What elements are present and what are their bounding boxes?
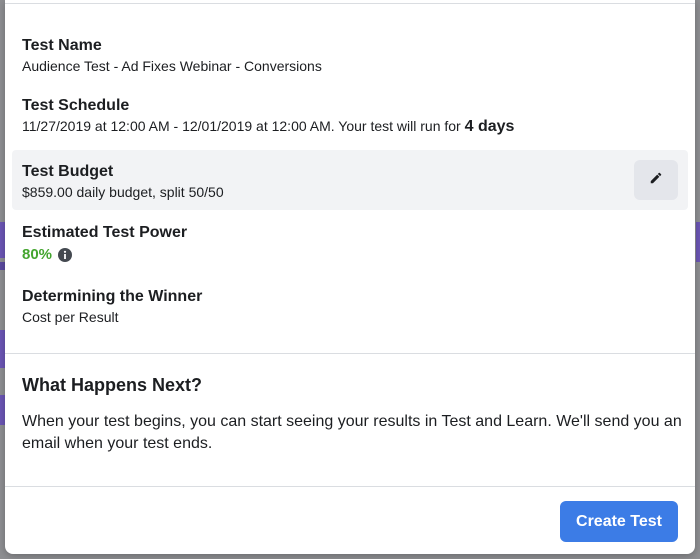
test-schedule-label: Test Schedule [22,97,130,114]
winner-section: Determining the Winner Cost per Result [22,287,678,326]
test-budget-value: $859.00 daily budget, split 50/50 [22,184,224,200]
next-body: When your test begins, you can start see… [22,413,682,452]
estimated-power-value: 80% [22,246,53,263]
test-schedule-value: 11/27/2019 at 12:00 AM - 12/01/2019 at 1… [22,117,678,136]
test-name-section: Test Name Audience Test - Ad Fixes Webin… [22,36,678,75]
create-test-dialog: Test Name Audience Test - Ad Fixes Webin… [5,0,695,554]
pencil-icon [649,171,663,190]
create-test-button[interactable]: Create Test [560,501,678,542]
estimated-power-label: Estimated Test Power [22,224,188,241]
section-divider [5,353,695,354]
header-divider [5,3,695,4]
edit-budget-button[interactable] [634,160,678,200]
estimated-power-section: Estimated Test Power 80% [22,223,678,263]
what-happens-next-section: What Happens Next? When your test begins… [22,374,682,455]
test-budget-label: Test Budget [22,163,114,180]
winner-label: Determining the Winner [22,288,203,305]
winner-value: Cost per Result [22,309,119,325]
next-title: What Happens Next? [22,375,203,395]
schedule-duration: 4 days [464,118,515,135]
info-icon[interactable] [58,247,73,262]
test-budget-section: Test Budget $859.00 daily budget, split … [12,150,688,210]
schedule-text: 11/27/2019 at 12:00 AM - 12/01/2019 at 1… [22,118,461,134]
footer-divider [5,486,695,487]
backdrop-accent [696,222,700,262]
test-name-value: Audience Test - Ad Fixes Webinar - Conve… [22,58,322,74]
test-name-label: Test Name [22,37,102,54]
test-schedule-section: Test Schedule 11/27/2019 at 12:00 AM - 1… [22,96,678,136]
